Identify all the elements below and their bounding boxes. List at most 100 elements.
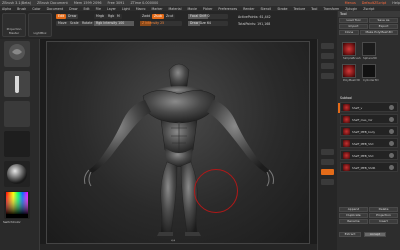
tool-thumb-1-label: SimpleBrush (343, 56, 361, 60)
menu-picker[interactable]: Picker (203, 7, 213, 11)
menu-color[interactable]: Color (32, 7, 40, 11)
menu-zscript[interactable]: Zscript (363, 7, 374, 11)
accept-button[interactable]: Accept (364, 232, 386, 237)
projection-master-button[interactable]: Projection Master (2, 13, 26, 37)
rotate-button[interactable]: Rotate (80, 21, 95, 26)
document-canvas[interactable]: ↔ (46, 41, 310, 244)
menu-file[interactable]: File (96, 7, 101, 11)
alpha-picker[interactable] (4, 101, 30, 127)
focal-shift-slider[interactable]: Focal Shift 0 (188, 14, 228, 19)
rename-button[interactable]: Rename (339, 219, 368, 224)
save-as-button[interactable]: Save As (369, 18, 398, 23)
menu-brush[interactable]: Brush (17, 7, 26, 11)
menu-transform[interactable]: Transform (323, 7, 339, 11)
edit-button[interactable]: Edit (56, 14, 67, 19)
menu-render[interactable]: Render (243, 7, 254, 11)
material-sphere-icon (7, 164, 27, 184)
subtool-row[interactable]: Shaff_MEB_Shd (340, 138, 398, 148)
floor-button[interactable] (321, 159, 334, 165)
xyz-button[interactable] (321, 179, 334, 185)
eye-icon[interactable] (389, 105, 394, 110)
lightbox-label: LightBox (33, 31, 47, 35)
menu-tool[interactable]: Tool (311, 7, 317, 11)
make-polymesh-button[interactable]: Make PolyMesh3D (360, 30, 398, 35)
color-picker[interactable] (4, 191, 30, 219)
menu-macro[interactable]: Macro (136, 7, 146, 11)
tool-thumb-1[interactable]: SimpleBrush (342, 42, 361, 60)
switch-color-label[interactable]: SwitchColor (3, 220, 21, 224)
subtool-row[interactable]: Shaff_mes_mir (340, 114, 398, 124)
export-button[interactable]: Export (369, 24, 398, 29)
eye-icon[interactable] (389, 141, 394, 146)
delete-button[interactable]: Delete (369, 207, 398, 212)
menu-preferences[interactable]: Preferences (218, 7, 237, 11)
left-shelf: SwitchColor (0, 39, 40, 250)
scale-button[interactable]: Scale (68, 21, 81, 26)
tool-thumb-3-label: PolyMesh3D (343, 78, 361, 82)
texture-picker[interactable] (4, 131, 30, 157)
tool-thumb-4[interactable]: Cylinder3D (362, 64, 379, 82)
default-zscript[interactable]: DefaultZScript (362, 1, 387, 5)
draw-button[interactable]: Draw (66, 14, 79, 19)
eye-icon[interactable] (389, 165, 394, 170)
scroll-button[interactable] (321, 43, 334, 49)
zoom-button[interactable] (321, 53, 334, 59)
menu-alpha[interactable]: Alpha (2, 7, 11, 11)
menu-document[interactable]: Document (47, 7, 64, 11)
menu-draw[interactable]: Draw (69, 7, 77, 11)
menu-light[interactable]: Light (122, 7, 130, 11)
append-button[interactable]: Append (339, 207, 368, 212)
load-tool-button[interactable]: Load Tool (339, 18, 368, 23)
tool-thumb-2[interactable]: Sphere3D (362, 42, 377, 60)
local-button[interactable] (321, 169, 334, 175)
status-bar (40, 244, 317, 250)
subtool-row[interactable]: Shaff_v (338, 102, 398, 113)
menus-toggle[interactable]: Menus (345, 1, 356, 5)
rgb-intensity-slider[interactable]: Rgb Intensity 100 (94, 21, 134, 26)
stroke-picker[interactable] (4, 71, 30, 97)
clone-button[interactable]: Clone (339, 30, 359, 35)
zcut-button[interactable]: Zcut (164, 14, 176, 19)
subtool-thumb (343, 104, 350, 111)
z-intensity-slider[interactable]: Z Intensity 25 (140, 21, 182, 26)
eye-icon[interactable] (389, 117, 394, 122)
insert-button[interactable]: Insert (369, 219, 398, 224)
m-button[interactable]: M (115, 14, 122, 19)
menu-stencil[interactable]: Stencil (261, 7, 272, 11)
subtool-header[interactable]: Subtool (340, 96, 352, 100)
menu-layer[interactable]: Layer (107, 7, 116, 11)
stroke-icon (15, 76, 19, 93)
help-button[interactable]: Help (392, 1, 400, 5)
brush-picker[interactable] (4, 41, 30, 67)
extract-button[interactable]: Extract (339, 232, 361, 237)
menu-edit[interactable]: Edit (83, 7, 89, 11)
menu-movie[interactable]: Movie (187, 7, 196, 11)
eye-icon[interactable] (389, 129, 394, 134)
move-button[interactable]: Move (56, 21, 69, 26)
menu-material[interactable]: Material (169, 7, 182, 11)
lightbox-button[interactable]: LightBox (28, 13, 52, 37)
draw-size-label: Draw Size 64 (190, 21, 211, 25)
draw-size-slider[interactable]: Draw Size 64 (188, 21, 228, 26)
duplicate-button[interactable]: Duplicate (339, 213, 368, 218)
menu-texture[interactable]: Texture (293, 7, 305, 11)
aahalf-button[interactable] (321, 73, 334, 79)
subtool-row[interactable]: Shaff_MEB_body (340, 126, 398, 136)
persp-button[interactable] (321, 149, 334, 155)
mrgb-button[interactable]: Mrgb (94, 14, 107, 19)
projection-button[interactable]: Projection (369, 213, 398, 218)
projection-master-label: Projection Master (6, 27, 22, 35)
active-points-readout: ActivePoints: 61,442 (238, 15, 271, 19)
subtool-row[interactable]: Shaff_MEB_ShdR (340, 162, 398, 172)
menu-marker[interactable]: Marker (152, 7, 163, 11)
material-picker[interactable] (4, 161, 30, 187)
tool-thumb-3[interactable]: PolyMesh3D (342, 64, 360, 82)
eye-icon[interactable] (389, 153, 394, 158)
zsub-button[interactable]: Zsub (152, 14, 164, 19)
import-button[interactable]: Import (339, 24, 368, 29)
subtool-row[interactable]: Shaff_MEB_Shd (340, 150, 398, 160)
actual-button[interactable] (321, 63, 334, 69)
menu-zplugin[interactable]: Zplugin (345, 7, 357, 11)
menu-stroke[interactable]: Stroke (277, 7, 287, 11)
zadd-button[interactable]: Zadd (140, 14, 153, 19)
